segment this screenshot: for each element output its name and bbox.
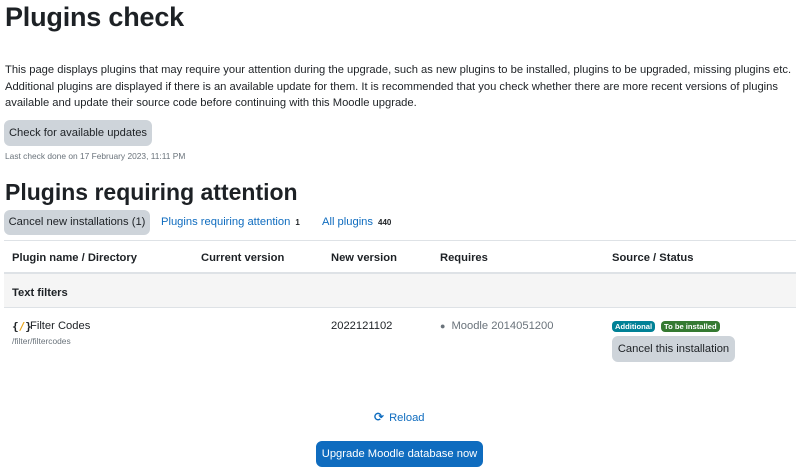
reload-label[interactable]: Reload bbox=[389, 412, 424, 424]
header-plugin-name: Plugin name / Directory bbox=[12, 252, 137, 264]
header-current-version: Current version bbox=[201, 252, 285, 264]
page-title: Plugins check bbox=[5, 2, 184, 32]
new-version: 2022121102 bbox=[331, 320, 393, 332]
upgrade-database-button[interactable]: Upgrade Moodle database now bbox=[316, 441, 483, 467]
filter-label[interactable]: Plugins requiring attention bbox=[161, 216, 290, 228]
filter-codes-icon: {/} bbox=[12, 320, 32, 333]
table-header: Plugin name / Directory Current version … bbox=[4, 240, 796, 274]
requires-text: Moodle 2014051200 bbox=[451, 320, 554, 332]
intro-text: This page displays plugins that may requ… bbox=[5, 64, 792, 109]
section-title: Plugins requiring attention bbox=[5, 179, 298, 205]
group-label: Text filters bbox=[12, 287, 68, 299]
plugins-table: Plugin name / Directory Current version … bbox=[4, 240, 796, 368]
requires-item: ● Moodle 2014051200 bbox=[440, 320, 553, 332]
plugin-directory: /filter/filtercodes bbox=[12, 336, 71, 346]
bullet-icon: ● bbox=[440, 321, 446, 331]
header-new-version: New version bbox=[331, 252, 397, 264]
last-check-text: Last check done on 17 February 2023, 11:… bbox=[5, 151, 186, 161]
status-badge: To be installed bbox=[661, 321, 720, 332]
source-badge: Additional bbox=[612, 321, 656, 332]
header-source-status: Source / Status bbox=[612, 252, 694, 264]
filter-plugins-requiring-attention[interactable]: Plugins requiring attention 1 bbox=[161, 210, 300, 235]
count-badge: 440 bbox=[378, 218, 392, 227]
header-requires: Requires bbox=[440, 252, 488, 264]
reload-link[interactable]: ⟳ Reload bbox=[374, 410, 425, 424]
filter-label[interactable]: All plugins bbox=[322, 216, 373, 228]
filter-all-plugins[interactable]: All plugins 440 bbox=[322, 210, 391, 235]
filter-cancel-new-installations[interactable]: Cancel new installations (1) bbox=[4, 210, 150, 235]
plugin-name: Filter Codes bbox=[30, 320, 91, 332]
cancel-installation-button[interactable]: Cancel this installation bbox=[612, 336, 735, 362]
group-row bbox=[4, 274, 796, 308]
refresh-icon: ⟳ bbox=[374, 410, 385, 424]
count-badge: 1 bbox=[295, 218, 300, 227]
check-updates-button[interactable]: Check for available updates bbox=[4, 120, 152, 146]
